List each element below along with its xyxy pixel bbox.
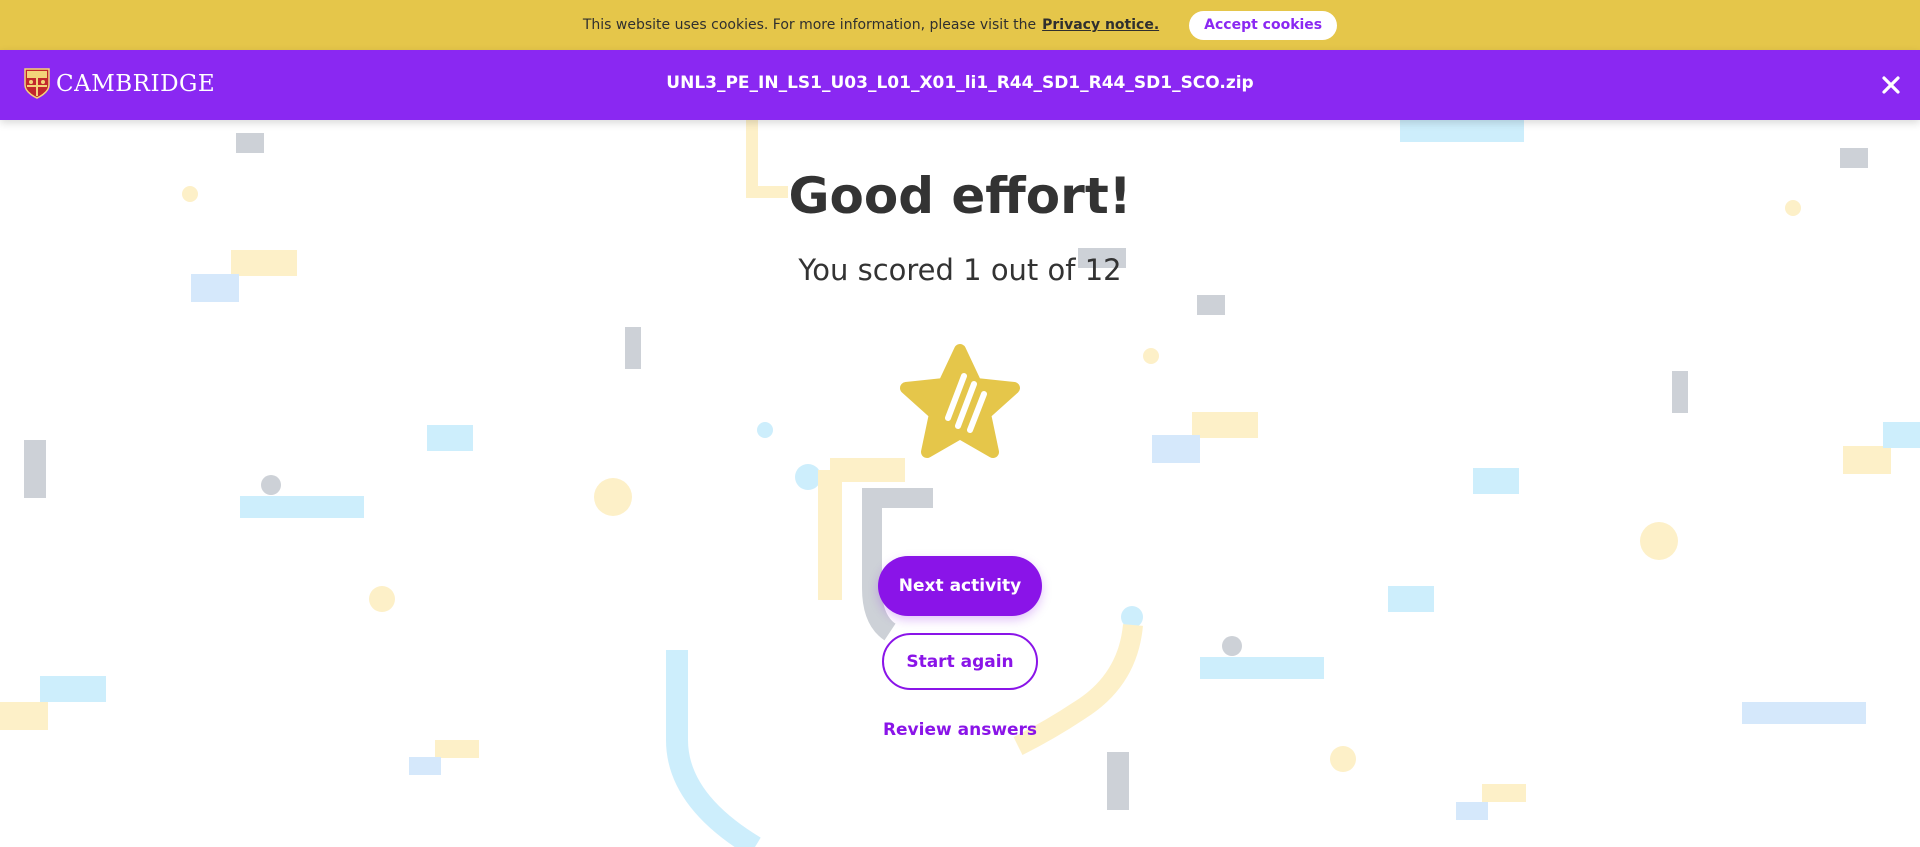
next-activity-button[interactable]: Next activity bbox=[878, 556, 1042, 616]
file-title: UNL3_PE_IN_LS1_U03_L01_X01_li1_R44_SD1_R… bbox=[666, 73, 1254, 93]
result-headline: Good effort! bbox=[788, 167, 1132, 225]
result-screen: Good effort! You scored 1 out of 12 Next… bbox=[0, 120, 1920, 847]
score-text: You scored 1 out of 12 bbox=[798, 253, 1122, 287]
star-icon bbox=[900, 344, 1020, 458]
cookie-message: This website uses cookies. For more info… bbox=[582, 17, 1037, 33]
close-icon[interactable] bbox=[1880, 74, 1902, 96]
privacy-notice-link[interactable]: Privacy notice. bbox=[1042, 17, 1159, 33]
top-header: CAMBRIDGE UNL3_PE_IN_LS1_U03_L01_X01_li1… bbox=[0, 50, 1920, 120]
accept-cookies-button[interactable]: Accept cookies bbox=[1189, 10, 1338, 40]
cookie-banner: This website uses cookies. For more info… bbox=[0, 0, 1920, 50]
start-again-button[interactable]: Start again bbox=[882, 633, 1038, 690]
review-answers-link[interactable]: Review answers bbox=[0, 720, 1920, 740]
